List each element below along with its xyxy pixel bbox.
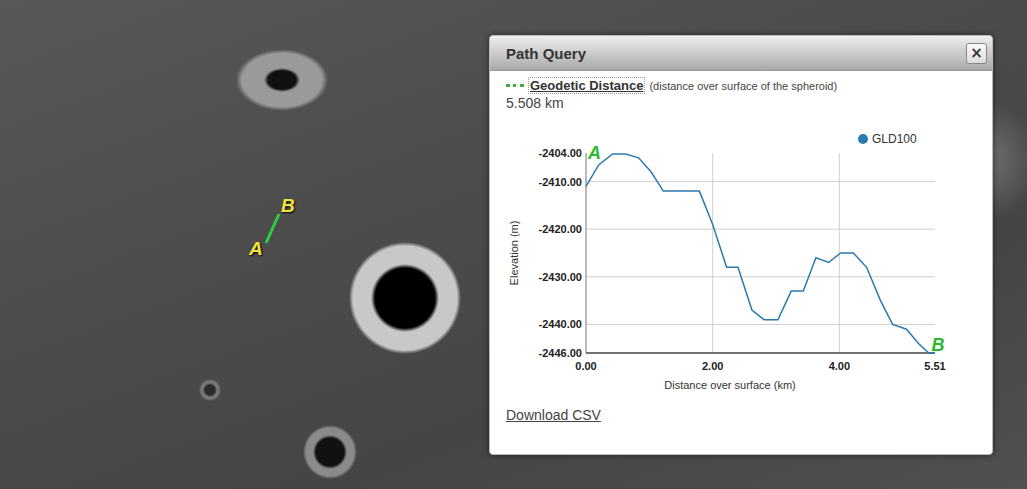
y-tick: -2404.00 (539, 147, 582, 159)
elevation-chart: -2404.00 -2410.00 -2420.00 -2430.00 -2440.00… (500, 111, 960, 401)
legend-note: (distance over surface of the spheroid) (649, 80, 837, 92)
x-tick: 4.00 (829, 360, 850, 372)
x-axis-title: Distance over surface (km) (664, 379, 795, 391)
y-tick: -2430.00 (539, 271, 582, 283)
y-tick: -2446.00 (539, 347, 582, 359)
x-tick: 0.00 (575, 360, 596, 372)
y-axis (586, 153, 587, 353)
distance-value: 5.508 km (500, 95, 982, 111)
y-tick: -2440.00 (539, 318, 582, 330)
chart-end-label: B (932, 335, 945, 355)
y-tick: -2410.00 (539, 176, 582, 188)
map-view[interactable]: ABPath Query×Geodetic Distance(distance … (0, 0, 1027, 489)
x-tick: 5.51 (924, 360, 945, 372)
legend-label[interactable]: Geodetic Distance (528, 77, 645, 94)
x-tick: 2.00 (702, 360, 723, 372)
panel-titlebar[interactable]: Path Query × (490, 36, 992, 71)
path-end-label: B (281, 195, 295, 217)
panel-title: Path Query (506, 45, 586, 62)
grid-line (712, 153, 713, 353)
path-query-panel: Path Query × Geodetic Distance (distance ov… (489, 35, 993, 455)
elevation-line (586, 154, 935, 353)
x-axis (586, 352, 935, 354)
grid-line (586, 324, 935, 325)
y-axis-title: Elevation (m) (508, 221, 520, 286)
grid-line (586, 229, 935, 230)
dotted-line-icon (506, 84, 524, 87)
download-csv-link[interactable]: Download CSV (500, 407, 601, 423)
grid-line (586, 181, 935, 182)
series-legend[interactable]: GLD100 (872, 132, 917, 146)
y-tick: -2420.00 (539, 223, 582, 235)
close-button[interactable]: × (966, 43, 987, 64)
legend-dot-icon (858, 134, 868, 144)
distance-legend: Geodetic Distance (distance over surface … (500, 77, 982, 94)
grid-line (586, 276, 935, 277)
chart-start-label: A (587, 143, 601, 163)
path-start-label: A (249, 238, 263, 260)
